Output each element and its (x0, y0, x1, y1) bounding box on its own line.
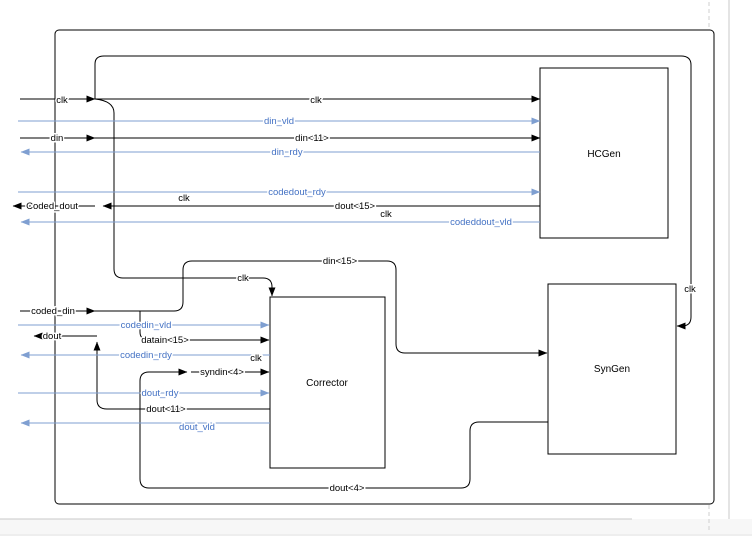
port-dout-label: dout (43, 331, 62, 342)
label-codedout-rdy: codedout_rdy (268, 187, 326, 198)
label-dout-vld: dout_vld (179, 422, 215, 433)
label-din-rdy: din_rdy (271, 147, 302, 158)
port-clk-label: clk (56, 95, 68, 106)
label-codedin-vld: codedin_vld (121, 320, 172, 331)
label-dout-rdy: dout_rdy (142, 388, 179, 399)
syngen-label: SynGen (594, 364, 630, 375)
label-codedin-rdy: codedin_rdy (120, 350, 172, 361)
label-syndin4: syndin<4> (200, 367, 244, 378)
label-dout4: dout<4> (330, 483, 365, 494)
page-bottom-margin (0, 519, 752, 536)
label-din-vld: din_vld (264, 116, 294, 127)
corrector-label: Corrector (306, 378, 348, 389)
label-clk-float-1: clk (178, 193, 190, 204)
label-dout15: dout<15> (335, 201, 376, 212)
label-clk-corrector: clk (237, 273, 249, 284)
block-diagram-svg: HCGen Corrector SynGen clk din Coded_dou… (0, 0, 752, 536)
port-coded-dout-label: Coded_dout (26, 201, 78, 212)
hcgen-label: HCGen (587, 149, 620, 160)
label-din11: din<11> (295, 133, 329, 144)
label-clk-syngen: clk (684, 284, 696, 295)
port-coded-din-label: coded_din (31, 306, 75, 317)
label-datain15: datain<15> (141, 335, 189, 346)
label-clk-hcgen: clk (310, 95, 322, 106)
diagram-canvas: HCGen Corrector SynGen clk din Coded_dou… (0, 0, 752, 536)
label-clk-float-2: clk (380, 209, 392, 220)
label-codeddout-vld: codeddout_vld (450, 217, 512, 228)
label-clk-float-3: clk (250, 353, 262, 364)
label-din15: din<15> (323, 256, 358, 267)
label-dout11: dout<11> (146, 404, 186, 415)
port-din-label: din (51, 133, 64, 144)
